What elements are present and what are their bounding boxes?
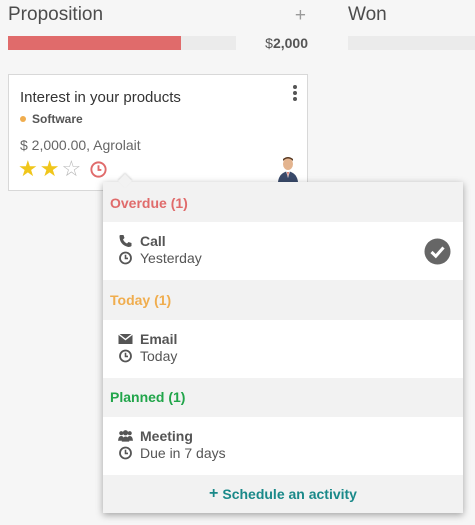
planned-header: Planned (1) [110, 389, 186, 405]
vertical-dots-icon[interactable] [292, 85, 298, 103]
activity-due: Yesterday [118, 250, 202, 266]
envelope-icon [118, 333, 133, 344]
activity-item-meeting[interactable]: Meeting Due in 7 days [103, 417, 463, 475]
today-header: Today (1) [110, 292, 172, 308]
activity-due: Today [118, 348, 177, 364]
activity-type: Call [118, 233, 166, 249]
star-icon[interactable]: ★ [40, 158, 60, 180]
progress-bar[interactable] [8, 36, 236, 50]
activity-item-email[interactable]: Email Today [103, 320, 463, 378]
activity-due-label: Due in 7 days [140, 445, 226, 461]
phone-icon [119, 235, 132, 247]
avatar[interactable] [277, 156, 299, 182]
progress-bar-fill [8, 36, 182, 50]
clock-icon [119, 251, 132, 265]
card-title: Interest in your products [20, 89, 181, 106]
column-total: $2,000 [265, 35, 308, 51]
column-header-proposition: Proposition + [8, 0, 308, 30]
clock-icon[interactable] [89, 160, 108, 179]
column-title: Won [348, 4, 387, 25]
kanban-board: Proposition + Won $2,000 Interest in you… [0, 0, 475, 525]
activity-type: Meeting [118, 428, 193, 444]
activity-type-label: Meeting [140, 428, 193, 444]
column-progress [348, 36, 475, 50]
column-header-won: Won [348, 0, 475, 30]
activity-due-label: Today [140, 348, 178, 364]
clock-icon [119, 446, 132, 460]
column-progress: $2,000 [8, 35, 308, 51]
column-title: Proposition [8, 4, 104, 25]
activity-type: Email [118, 331, 177, 347]
users-icon [118, 430, 133, 442]
tag-label: Software [32, 112, 83, 126]
activity-due-label: Yesterday [140, 250, 202, 266]
star-icon[interactable]: ★ [18, 158, 38, 180]
activity-popover: Overdue (1) Call Yesterday Today (1) Ema… [103, 182, 463, 513]
activity-type-label: Email [140, 331, 178, 347]
priority-stars: ★ ★ ☆ [18, 158, 108, 180]
activity-item-call[interactable]: Call Yesterday [103, 222, 463, 280]
plus-icon: + [209, 485, 219, 502]
tag-badge: Software [20, 112, 83, 126]
tag-color-dot [20, 116, 26, 122]
activity-type-label: Call [140, 233, 166, 249]
card-amount: $ 2,000.00, Agrolait [20, 137, 141, 153]
kanban-card[interactable]: Interest in your products Software $ 2,0… [8, 74, 308, 191]
activity-due: Due in 7 days [118, 445, 226, 461]
schedule-activity-button[interactable]: + Schedule an activity [103, 475, 463, 513]
overdue-header: Overdue (1) [110, 195, 188, 211]
star-icon[interactable]: ☆ [61, 158, 81, 180]
plus-icon[interactable]: + [295, 6, 308, 25]
check-circle-icon[interactable] [424, 238, 451, 265]
schedule-activity-label: Schedule an activity [222, 486, 357, 502]
clock-icon [119, 349, 132, 363]
progress-bar[interactable] [348, 36, 475, 50]
